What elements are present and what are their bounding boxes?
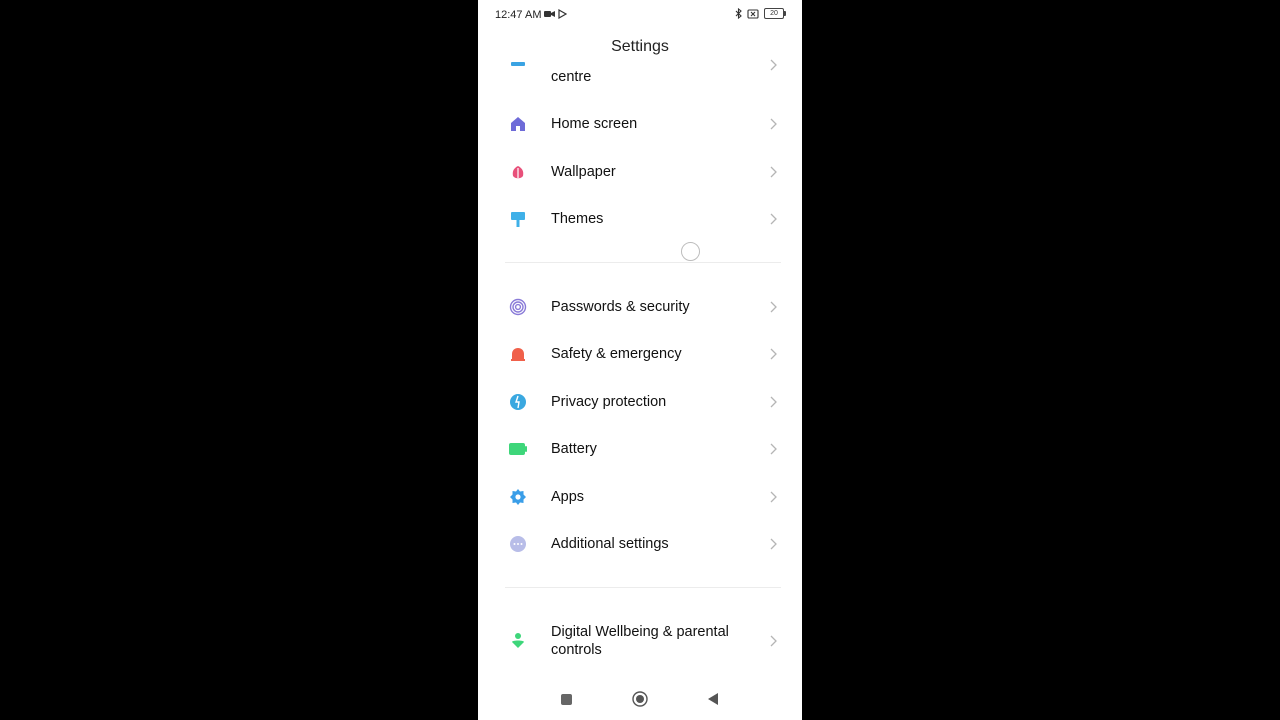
video-camera-icon — [544, 11, 555, 17]
home-button[interactable] — [632, 691, 648, 707]
settings-item-label: Privacy protection — [551, 394, 667, 410]
settings-item-label: Battery — [551, 441, 597, 457]
settings-item-label: Passwords & security — [551, 299, 690, 315]
touch-indicator — [681, 242, 700, 261]
section-divider — [505, 262, 781, 263]
settings-item-digital-wellbeing[interactable]: Digital Wellbeing & parental controls — [478, 615, 802, 667]
chevron-right-icon — [770, 166, 777, 178]
settings-item-label: Additional settings — [551, 536, 669, 552]
no-sim-icon — [747, 8, 759, 19]
chevron-right-icon — [770, 538, 777, 550]
chevron-right-icon — [770, 396, 777, 408]
bluetooth-icon — [735, 8, 742, 19]
privacy-icon — [508, 392, 528, 412]
settings-item-label: Apps — [551, 489, 585, 505]
wellbeing-icon — [508, 631, 528, 651]
status-bar: 12:47 AM 20 — [478, 0, 802, 30]
settings-item-label: Themes — [551, 211, 604, 227]
settings-item-control-centre[interactable]: centre — [478, 55, 802, 99]
settings-item-label: centre — [551, 69, 592, 85]
emergency-icon — [508, 344, 528, 364]
settings-item-additional-settings[interactable]: Additional settings — [478, 522, 802, 566]
chevron-right-icon — [770, 59, 777, 71]
phone-screen: 12:47 AM 20 Settings centre Home screen … — [478, 0, 802, 720]
settings-item-home-screen[interactable]: Home screen — [478, 102, 802, 146]
chevron-right-icon — [770, 635, 777, 647]
settings-item-battery[interactable]: Battery — [478, 427, 802, 471]
settings-item-safety-emergency[interactable]: Safety & emergency — [478, 332, 802, 376]
back-button[interactable] — [707, 692, 719, 706]
settings-item-label: Wallpaper — [551, 164, 616, 180]
chevron-right-icon — [770, 213, 777, 225]
settings-item-label: Safety & emergency — [551, 346, 682, 362]
themes-icon — [508, 209, 528, 229]
recent-apps-button[interactable] — [561, 694, 572, 705]
battery-icon — [508, 439, 528, 459]
more-icon — [508, 534, 528, 554]
fingerprint-icon — [508, 297, 528, 317]
status-right-icons: 20 — [735, 8, 786, 19]
settings-item-wallpaper[interactable]: Wallpaper — [478, 150, 802, 194]
chevron-right-icon — [770, 301, 777, 313]
wallpaper-icon — [508, 162, 528, 182]
control-centre-icon — [508, 55, 528, 75]
apps-gear-icon — [508, 487, 528, 507]
settings-item-label: Digital Wellbeing & parental controls — [551, 624, 729, 658]
settings-item-themes[interactable]: Themes — [478, 197, 802, 241]
settings-item-privacy-protection[interactable]: Privacy protection — [478, 380, 802, 424]
chevron-right-icon — [770, 118, 777, 130]
chevron-right-icon — [770, 443, 777, 455]
settings-item-apps[interactable]: Apps — [478, 475, 802, 519]
chevron-right-icon — [770, 348, 777, 360]
battery-indicator: 20 — [764, 8, 786, 19]
status-time: 12:47 AM — [495, 9, 542, 21]
chevron-right-icon — [770, 491, 777, 503]
home-icon — [508, 114, 528, 134]
settings-item-label: Home screen — [551, 116, 638, 132]
page-title: Settings — [611, 38, 669, 55]
status-left-icons — [544, 9, 567, 19]
navigation-bar — [478, 680, 802, 720]
section-divider — [505, 587, 781, 588]
play-store-icon — [558, 9, 567, 19]
settings-item-passwords-security[interactable]: Passwords & security — [478, 285, 802, 329]
